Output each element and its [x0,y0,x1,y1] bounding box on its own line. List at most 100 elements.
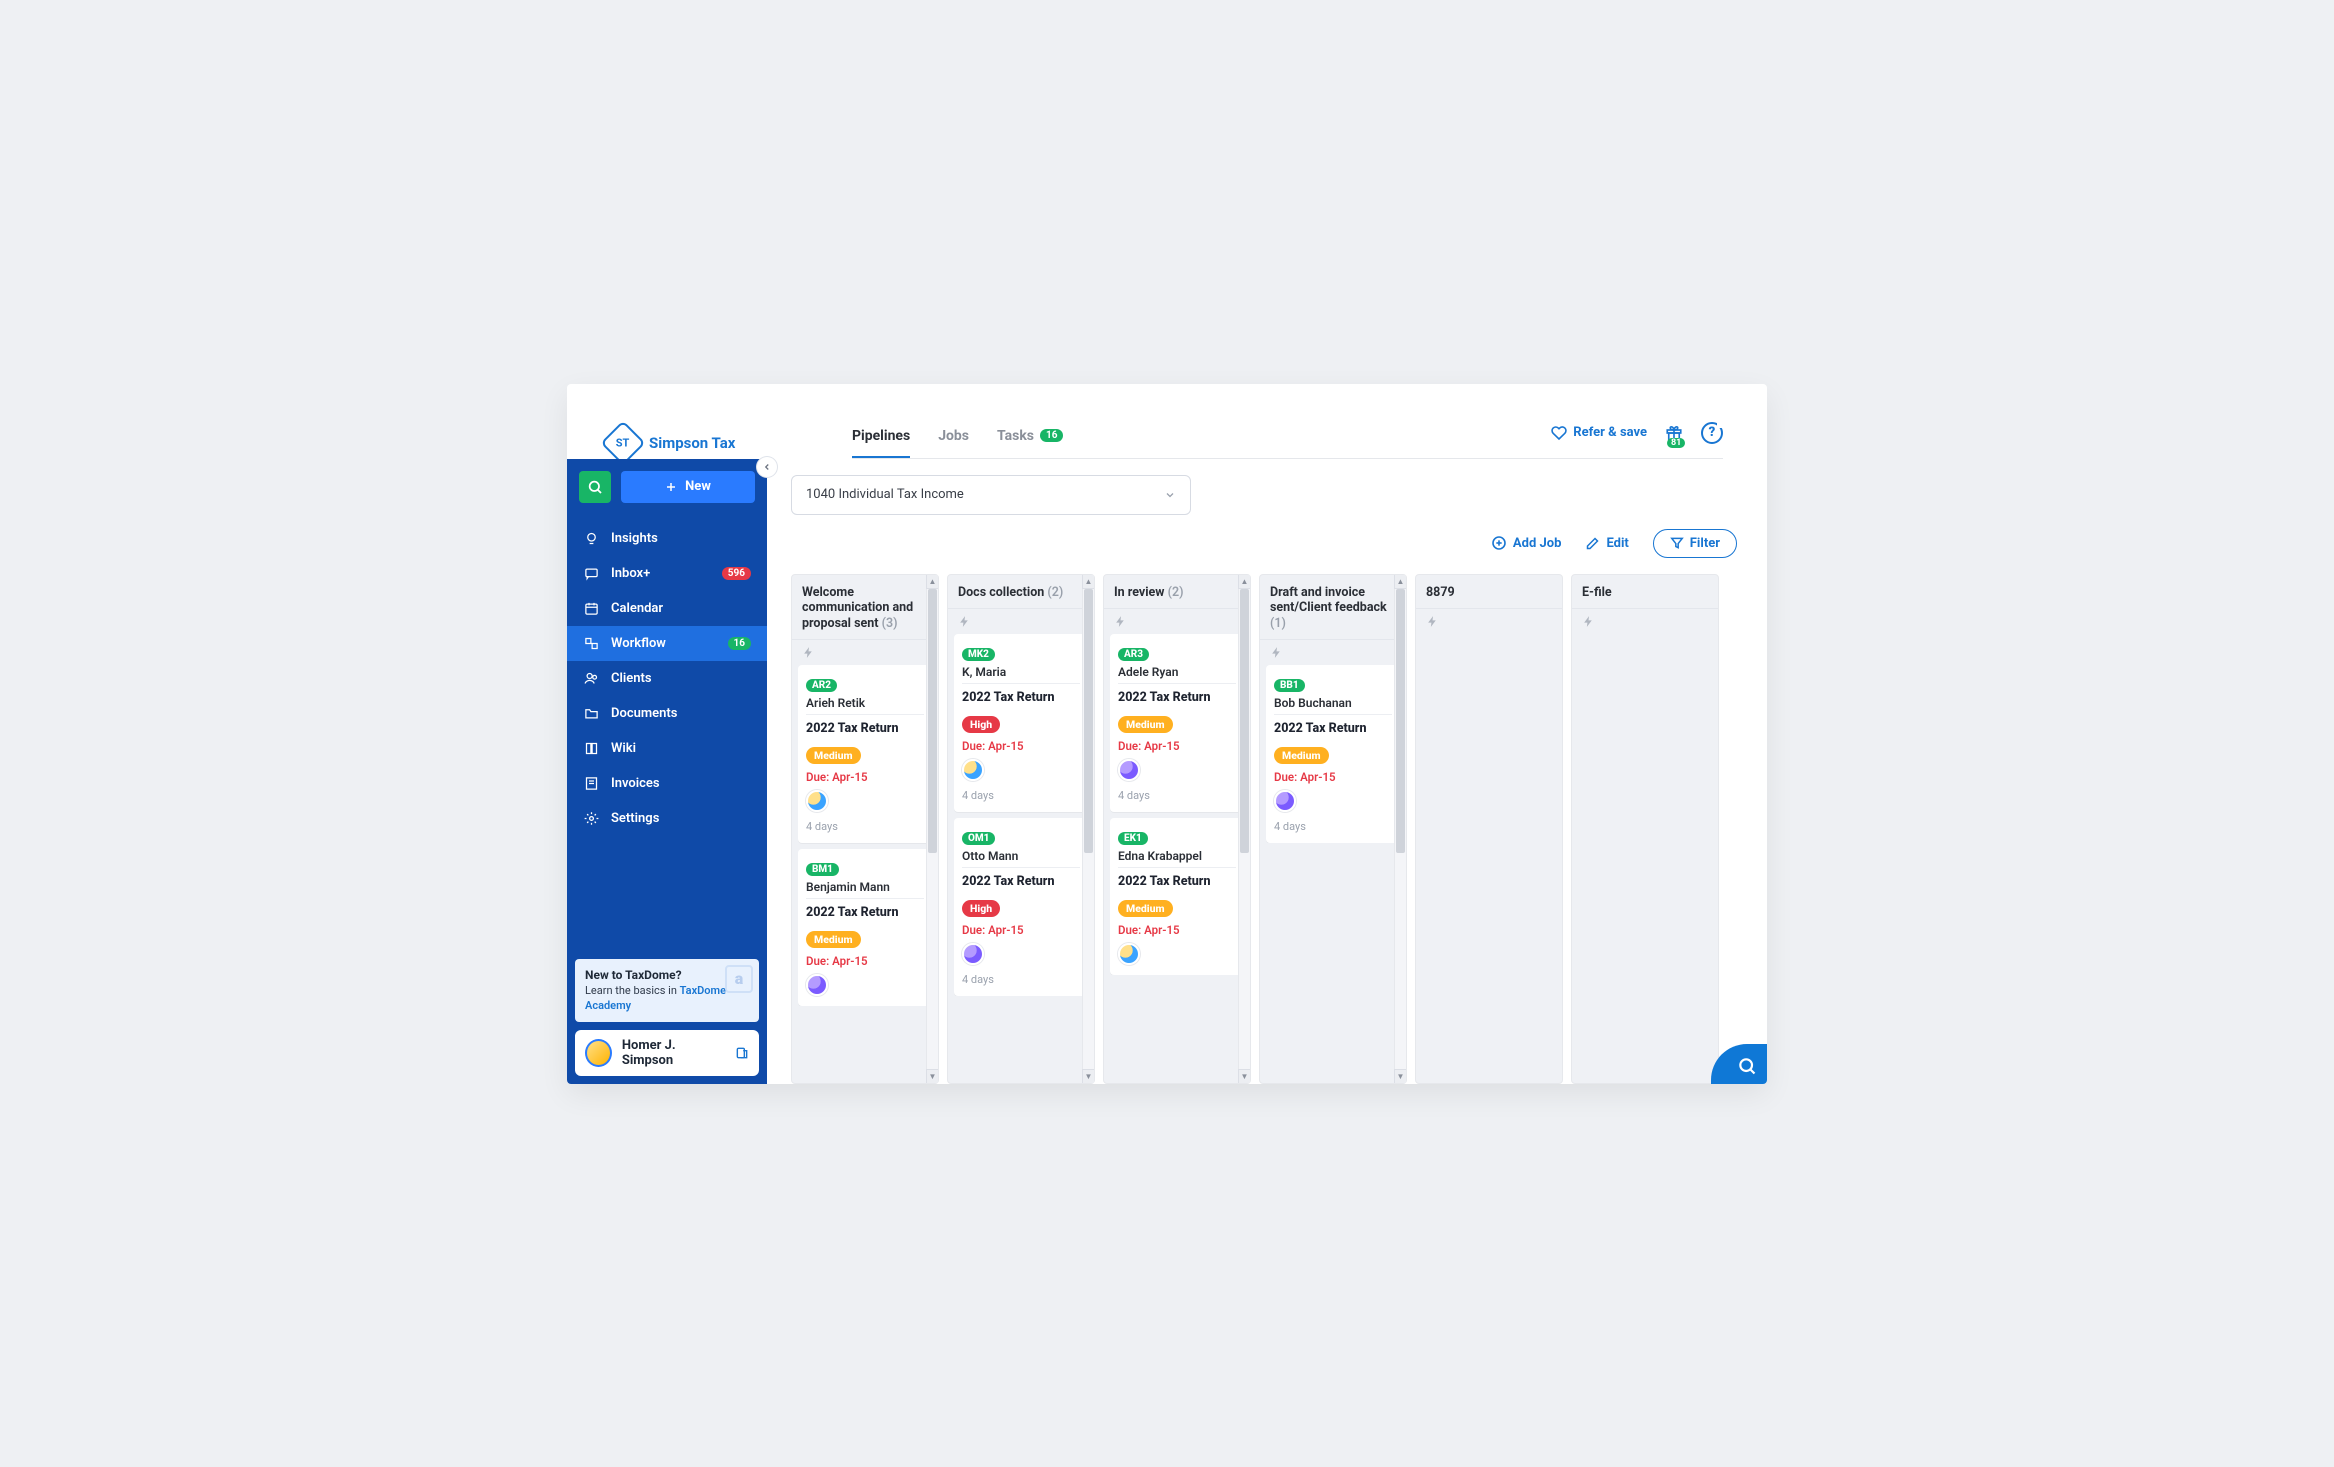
automation-icon[interactable] [1572,615,1718,634]
automation-icon[interactable] [792,646,938,665]
edit-button[interactable]: Edit [1585,536,1628,551]
job-card[interactable]: AR3Adele Ryan2022 Tax ReturnMediumDue: A… [1110,634,1244,812]
column-header: In review (2) [1104,575,1250,609]
scroll-down[interactable]: ▼ [1082,1069,1094,1083]
nav-calendar[interactable]: Calendar [567,591,767,626]
sidebar: New Insights Inbox+ 596 Calendar [567,459,767,1084]
nav-insights[interactable]: Insights [567,521,767,556]
nav-list: Insights Inbox+ 596 Calendar Workflow 16 [567,521,767,836]
kanban-column: Docs collection (2)▲ ▼ MK2K, Maria2022 Tax… [947,574,1095,1084]
automation-icon[interactable] [1260,646,1406,665]
folder-icon [583,706,599,721]
nav-inbox[interactable]: Inbox+ 596 [567,556,767,591]
message-icon [583,566,599,581]
tab-pipelines[interactable]: Pipelines [852,428,910,459]
client-name: Benjamin Mann [806,880,924,894]
help-icon[interactable]: ? [1701,422,1723,444]
scroll-up[interactable]: ▲ [1394,575,1406,589]
client-name: Bob Buchanan [1274,696,1392,710]
column-header: E-file [1572,575,1718,609]
due-date: Due: Apr-15 [806,770,924,784]
tab-tasks[interactable]: Tasks 16 [997,428,1064,459]
client-tag: OM1 [962,832,995,845]
scroll-down[interactable]: ▼ [926,1069,938,1083]
scroll-down[interactable]: ▼ [1238,1069,1250,1083]
nav-workflow[interactable]: Workflow 16 [567,626,767,661]
collapse-sidebar-button[interactable] [757,457,777,477]
user-card[interactable]: Homer J. Simpson [575,1030,759,1076]
rewards-count: 81 [1667,438,1685,448]
client-tag: MK2 [962,648,995,661]
academy-promo[interactable]: New to TaxDome? Learn the basics in TaxD… [575,959,759,1022]
search-button[interactable] [579,471,611,503]
assignee-avatar [1118,759,1140,781]
due-date: Due: Apr-15 [1118,923,1236,937]
automation-icon[interactable] [948,615,1094,634]
client-name: Edna Krabappel [1118,849,1236,863]
tabs: Pipelines Jobs Tasks 16 [852,428,1063,459]
job-title: 2022 Tax Return [1118,874,1236,889]
card-age: 4 days [962,789,1080,802]
job-card[interactable]: EK1Edna Krabappel2022 Tax ReturnMediumDu… [1110,818,1244,975]
rewards-icon[interactable]: 81 [1665,424,1683,442]
main: 1040 Individual Tax Income Add Job Edit … [767,459,1767,1084]
automation-icon[interactable] [1104,615,1250,634]
client-tag: EK1 [1118,832,1148,845]
calendar-icon [583,601,599,616]
job-title: 2022 Tax Return [962,874,1080,889]
nav-wiki[interactable]: Wiki [567,731,767,766]
avatar [585,1039,612,1067]
automation-icon[interactable] [1416,615,1562,634]
plus-icon [665,481,677,493]
pipeline-select[interactable]: 1040 Individual Tax Income [791,475,1191,515]
client-tag: AR2 [806,679,837,692]
tab-jobs[interactable]: Jobs [938,428,969,459]
add-job-button[interactable]: Add Job [1491,535,1562,551]
column-header: 8879 [1416,575,1562,609]
nav-clients[interactable]: Clients [567,661,767,696]
assignee-avatar [962,943,984,965]
nav-settings[interactable]: Settings [567,801,767,836]
nav-documents[interactable]: Documents [567,696,767,731]
column-header: Welcome communication and proposal sent … [792,575,938,640]
job-card[interactable]: BM1Benjamin Mann2022 Tax ReturnMediumDue… [798,849,932,1006]
due-date: Due: Apr-15 [1274,770,1392,784]
switch-user-icon [735,1046,749,1060]
app-window: ST Simpson Tax Pipelines Jobs Tasks 16 R… [567,384,1767,1084]
brand-name: Simpson Tax [649,434,735,452]
search-icon [1737,1056,1757,1076]
invoice-icon [583,776,599,791]
client-tag: BB1 [1274,679,1305,692]
body: New Insights Inbox+ 596 Calendar [567,459,1767,1084]
tasks-count-badge: 16 [1040,429,1063,442]
gear-icon [583,811,599,826]
job-card[interactable]: BB1Bob Buchanan2022 Tax ReturnMediumDue:… [1266,665,1400,843]
assignee-avatar [1118,943,1140,965]
priority-badge: Medium [806,931,861,948]
column-header: Docs collection (2) [948,575,1094,609]
priority-badge: Medium [806,747,861,764]
refer-and-save[interactable]: Refer & save [1551,425,1647,441]
new-button[interactable]: New [621,471,755,503]
scroll-up[interactable]: ▲ [1082,575,1094,589]
scroll-up[interactable]: ▲ [1238,575,1250,589]
job-card[interactable]: OM1Otto Mann2022 Tax ReturnHighDue: Apr-… [954,818,1088,996]
filter-icon [1670,536,1684,550]
scroll-up[interactable]: ▲ [926,575,938,589]
card-age: 4 days [1274,820,1392,833]
filter-button[interactable]: Filter [1653,529,1737,558]
workflow-badge: 16 [728,637,751,650]
job-card[interactable]: AR2Arieh Retik2022 Tax ReturnMediumDue: … [798,665,932,843]
plus-circle-icon [1491,535,1507,551]
search-icon [587,479,603,495]
scroll-down[interactable]: ▼ [1394,1069,1406,1083]
column-header: Draft and invoice sent/Client feedback (… [1260,575,1406,640]
job-card[interactable]: MK2K, Maria2022 Tax ReturnHighDue: Apr-1… [954,634,1088,812]
assignee-avatar [962,759,984,781]
client-name: Otto Mann [962,849,1080,863]
kanban-column: Welcome communication and proposal sent … [791,574,939,1084]
client-tag: AR3 [1118,648,1149,661]
nav-invoices[interactable]: Invoices [567,766,767,801]
due-date: Due: Apr-15 [962,739,1080,753]
edit-icon [1585,536,1600,551]
